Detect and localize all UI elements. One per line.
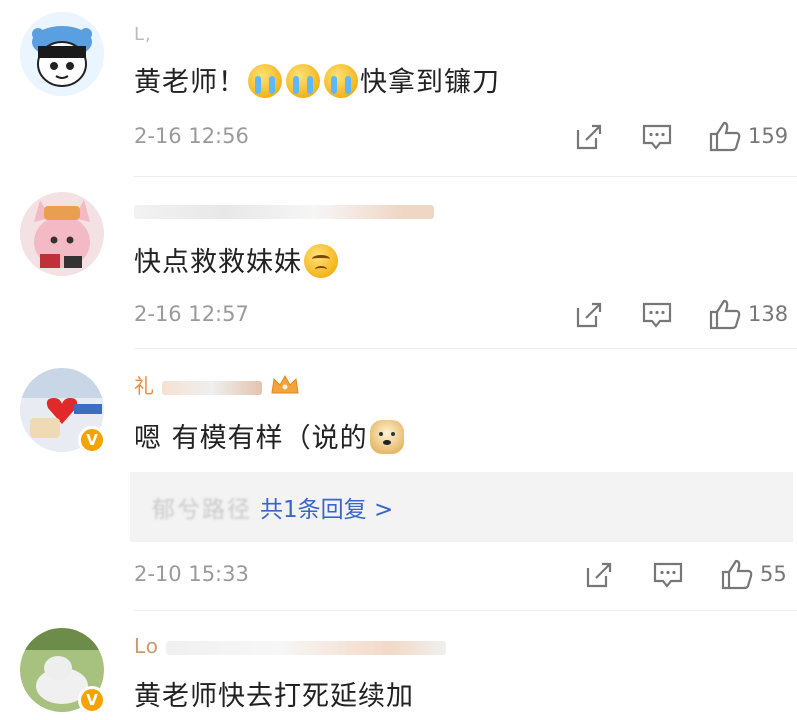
comment-text: 嗯 有模有样（说的 [134, 416, 406, 455]
avatar[interactable] [20, 12, 104, 96]
thumbs-up-icon [709, 299, 741, 330]
like-count: 138 [748, 302, 789, 326]
blurred-username [134, 204, 434, 219]
timestamp: 2-16 12:56 [134, 124, 249, 148]
comment-4: V Lo 黄老师快去打死延续加 [0, 612, 797, 720]
divider [134, 610, 797, 611]
share-icon [586, 562, 612, 588]
comment-icon [653, 562, 683, 588]
username[interactable]: L, [134, 24, 152, 50]
blurred-username [166, 640, 447, 655]
username[interactable]: Lo [134, 634, 447, 660]
share-icon [576, 124, 602, 150]
like-button[interactable]: 55 [720, 558, 787, 590]
timestamp: 2-10 15:33 [134, 562, 249, 586]
comment-text: 黄老师快去打死延续加 [134, 681, 414, 712]
comment-2: 快点救救妹妹 2-16 12:57 138 [0, 178, 797, 349]
comment-text: 快点救救妹妹 [134, 240, 340, 279]
like-count: 159 [748, 124, 789, 148]
cry-icon [286, 64, 320, 98]
crown-icon [271, 374, 299, 394]
username[interactable]: 礼 [134, 370, 300, 398]
avatar[interactable]: V [20, 368, 106, 454]
reply-button[interactable] [641, 300, 673, 330]
share-button[interactable] [574, 300, 604, 330]
cry-icon [248, 64, 282, 98]
share-button[interactable] [584, 560, 614, 590]
avatar[interactable] [20, 192, 104, 276]
thumbs-up-icon [709, 121, 741, 152]
like-button[interactable]: 159 [708, 120, 788, 152]
timestamp: 2-16 12:57 [134, 302, 249, 326]
verified-badge-icon: V [78, 426, 106, 454]
comment-3: V 礼 嗯 有模有样（说的 郁兮路径 共1条回复 > 2-10 15:33 55 [0, 350, 797, 620]
reply-button[interactable] [652, 560, 684, 590]
view-replies-link[interactable]: 共1条回复 > [260, 490, 393, 524]
reply-button[interactable] [641, 122, 673, 152]
blurred-username [162, 380, 263, 395]
like-button[interactable]: 138 [708, 298, 788, 330]
comment-icon [642, 302, 672, 328]
share-button[interactable] [574, 122, 604, 152]
comment-text: 黄老师！ 快拿到镰刀 [134, 60, 500, 99]
comment-icon [642, 124, 672, 150]
avatar-image [20, 12, 104, 96]
cry-icon [324, 64, 358, 98]
verified-badge-icon: V [78, 686, 106, 714]
divider [134, 348, 797, 349]
avatar[interactable]: V [20, 628, 106, 714]
like-count: 55 [760, 562, 787, 586]
reply-author: 郁兮路径 [152, 497, 252, 523]
divider [134, 176, 797, 177]
doge-icon [369, 420, 404, 454]
comment-1: L, 黄老师！ 快拿到镰刀 2-16 12:56 159 [0, 0, 797, 180]
avatar-image [20, 192, 104, 276]
reply-preview[interactable]: 郁兮路径 共1条回复 > [130, 472, 793, 542]
share-icon [576, 302, 602, 328]
username[interactable] [134, 198, 434, 224]
sad-icon [304, 244, 338, 278]
thumbs-up-icon [721, 559, 753, 590]
